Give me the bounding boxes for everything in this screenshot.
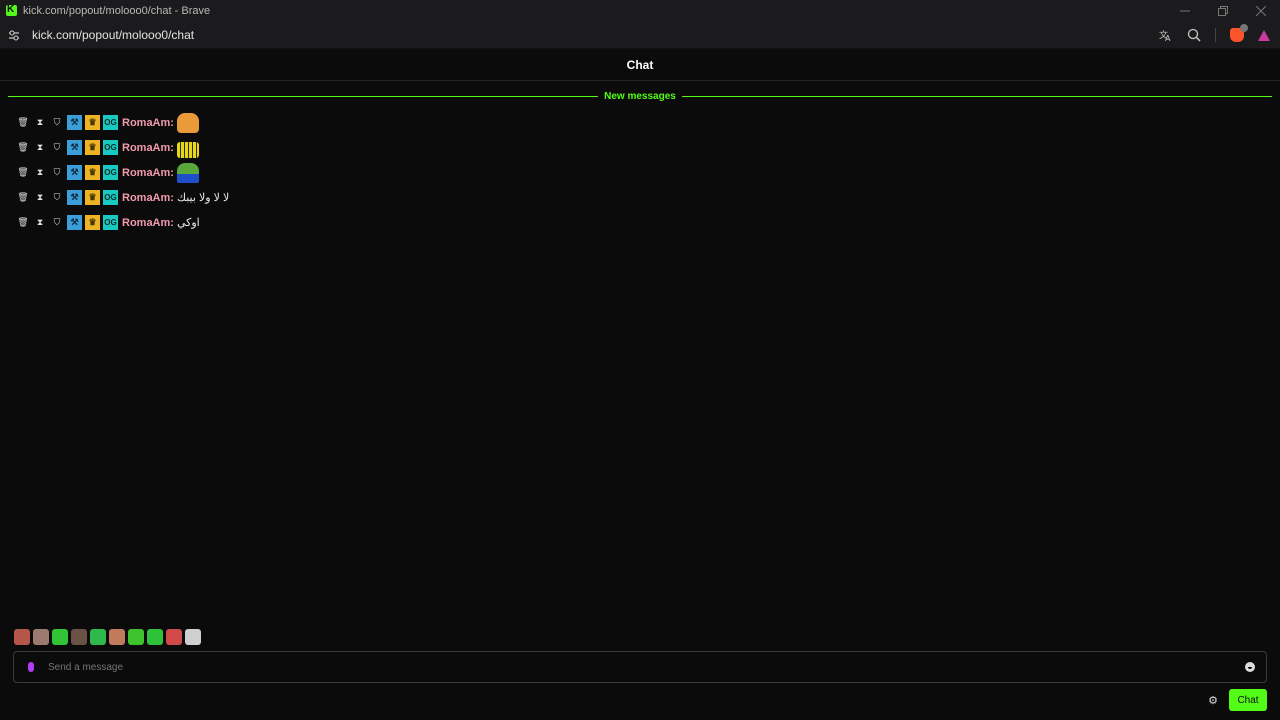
crown-badge: ♛ xyxy=(85,140,100,155)
username[interactable]: RomaAm: xyxy=(122,217,174,229)
site-settings-icon xyxy=(9,30,19,40)
emote-8[interactable] xyxy=(147,629,163,645)
new-messages-divider: New messages xyxy=(8,89,1272,103)
og-badge: OG xyxy=(103,140,118,155)
restore-button[interactable] xyxy=(1204,0,1242,21)
delete-message-icon[interactable]: 🗑 xyxy=(16,216,30,230)
og-badge: OG xyxy=(103,115,118,130)
mod-badge: ⚒ xyxy=(67,215,82,230)
ban-icon[interactable]: ⛉ xyxy=(50,116,64,130)
chat-title: Chat xyxy=(626,58,654,72)
chat-message: 🗑 ⧗ ⛉ ⚒ ♛ OG RomaAm: xyxy=(16,110,1266,135)
timeout-icon[interactable]: ⧗ xyxy=(33,216,47,230)
brave-shields-icon[interactable] xyxy=(1230,24,1248,42)
svg-text:A: A xyxy=(1165,34,1171,42)
emote-3[interactable] xyxy=(52,629,68,645)
emote-2[interactable] xyxy=(33,629,49,645)
chat-message: 🗑 ⧗ ⛉ ⚒ ♛ OG RomaAm: اوكي xyxy=(16,210,1266,235)
mod-badge: ⚒ xyxy=(67,190,82,205)
message-text: لا لا ولا بيبك xyxy=(176,192,230,204)
browser-titlebar: kick.com/popout/molooo0/chat - Brave xyxy=(0,0,1280,21)
username[interactable]: RomaAm: xyxy=(122,167,174,179)
crown-badge: ♛ xyxy=(85,215,100,230)
send-chat-button[interactable]: Chat xyxy=(1229,689,1267,711)
timeout-icon[interactable]: ⧗ xyxy=(33,166,47,180)
crown-badge: ♛ xyxy=(85,115,100,130)
window-controls xyxy=(1166,0,1280,21)
chat-message: 🗑 ⧗ ⛉ ⚒ ♛ OG RomaAm: xyxy=(16,160,1266,185)
emote-5[interactable] xyxy=(90,629,106,645)
translate-icon[interactable]: 文A xyxy=(1159,28,1173,42)
crown-badge: ♛ xyxy=(85,190,100,205)
address-bar: kick.com/popout/molooo0/chat 文A xyxy=(0,21,1280,49)
chat-message: 🗑 ⧗ ⛉ ⚒ ♛ OG RomaAm: لا لا ولا بيبك xyxy=(16,185,1266,210)
delete-message-icon[interactable]: 🗑 xyxy=(16,166,30,180)
message-text: اوكي xyxy=(176,217,200,229)
emote-4[interactable] xyxy=(71,629,87,645)
url-field[interactable]: kick.com/popout/molooo0/chat xyxy=(32,28,194,42)
chat-settings-gear-icon[interactable]: ⚙ xyxy=(1207,694,1219,707)
kick-favicon-icon xyxy=(6,4,17,16)
timeout-icon[interactable]: ⧗ xyxy=(33,116,47,130)
cat-emote xyxy=(176,112,199,133)
shields-count-badge xyxy=(1240,24,1248,32)
timeout-icon[interactable]: ⧗ xyxy=(33,141,47,155)
ban-icon[interactable]: ⛉ xyxy=(50,216,64,230)
ban-icon[interactable]: ⛉ xyxy=(50,191,64,205)
minimize-button[interactable] xyxy=(1166,0,1204,21)
divider-line-right xyxy=(681,95,1272,97)
message-input[interactable] xyxy=(48,661,1245,673)
toolbar-divider xyxy=(1215,28,1216,42)
mod-badge: ⚒ xyxy=(67,115,82,130)
username[interactable]: RomaAm: xyxy=(122,192,174,204)
recent-emotes-bar xyxy=(14,629,201,647)
emoji-picker-icon[interactable] xyxy=(1245,662,1255,672)
chat-message: 🗑 ⧗ ⛉ ⚒ ♛ OG RomaAm: xyxy=(16,135,1266,160)
ban-icon[interactable]: ⛉ xyxy=(50,141,64,155)
restore-icon xyxy=(1218,5,1228,16)
username[interactable]: RomaAm: xyxy=(122,142,174,154)
chat-input-box[interactable] xyxy=(13,651,1267,683)
emote-9[interactable] xyxy=(166,629,182,645)
og-badge: OG xyxy=(103,165,118,180)
emote-10[interactable] xyxy=(185,629,201,645)
username[interactable]: RomaAm: xyxy=(122,117,174,129)
mod-badge: ⚒ xyxy=(67,140,82,155)
brave-rewards-icon[interactable] xyxy=(1258,29,1270,41)
microphone-icon[interactable] xyxy=(25,661,37,673)
window-title: kick.com/popout/molooo0/chat - Brave xyxy=(23,4,211,17)
emote-1[interactable] xyxy=(14,629,30,645)
new-messages-label: New messages xyxy=(604,90,676,102)
og-badge: OG xyxy=(103,215,118,230)
zoom-icon[interactable] xyxy=(1187,28,1201,42)
og-badge: OG xyxy=(103,190,118,205)
timeout-icon[interactable]: ⧗ xyxy=(33,191,47,205)
equalizer-emote xyxy=(176,141,199,158)
site-info-button[interactable] xyxy=(8,29,20,41)
mod-badge: ⚒ xyxy=(67,165,82,180)
emote-7[interactable] xyxy=(128,629,144,645)
ban-icon[interactable]: ⛉ xyxy=(50,166,64,180)
emote-6[interactable] xyxy=(109,629,125,645)
frog-emote xyxy=(176,162,199,183)
delete-message-icon[interactable]: 🗑 xyxy=(16,141,30,155)
minimize-icon xyxy=(1180,10,1190,11)
address-bar-actions: 文A xyxy=(1159,21,1270,49)
delete-message-icon[interactable]: 🗑 xyxy=(16,116,30,130)
divider-line-left xyxy=(8,95,599,97)
close-window-button[interactable] xyxy=(1242,0,1280,21)
delete-message-icon[interactable]: 🗑 xyxy=(16,191,30,205)
chat-header: Chat xyxy=(0,50,1280,81)
crown-badge: ♛ xyxy=(85,165,100,180)
chat-message-list: 🗑 ⧗ ⛉ ⚒ ♛ OG RomaAm: 🗑 ⧗ ⛉ ⚒ ♛ OG RomaAm… xyxy=(16,110,1266,235)
close-icon xyxy=(1256,5,1266,16)
